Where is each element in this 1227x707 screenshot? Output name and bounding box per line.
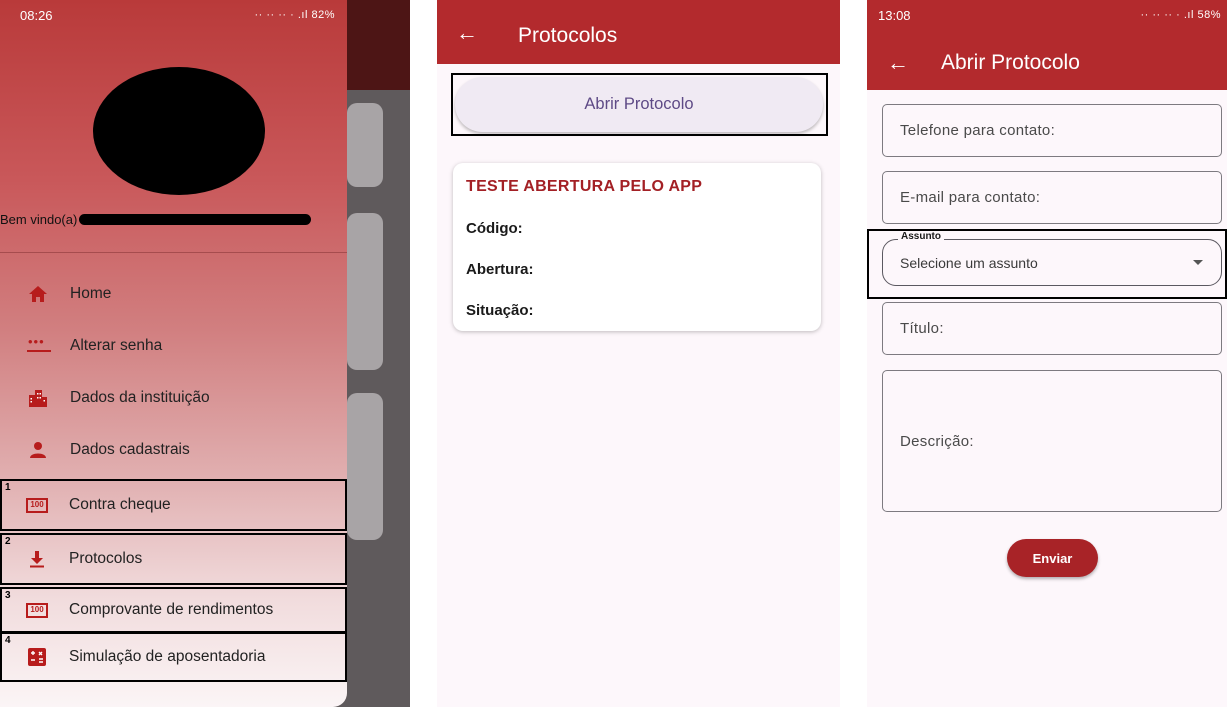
app-bar: ← Protocolos [437, 0, 840, 64]
menu-item-home[interactable]: Home [0, 268, 347, 320]
menu-item-label: Comprovante de rendimentos [69, 601, 274, 618]
background-card [347, 393, 383, 540]
navigation-drawer: 08:26 ·· ·· ·· · .ıl 82% Bem vindo(a) Ho… [0, 0, 347, 707]
abrir-protocolo-screen: 13:08 ·· ·· ·· · .ıl 58% ← Abrir Protoco… [867, 0, 1227, 707]
phone-field[interactable]: Telefone para contato: [882, 104, 1222, 157]
enviar-button[interactable]: Enviar [1007, 539, 1098, 577]
menu-item-label: Dados cadastrais [70, 441, 190, 458]
download-icon [26, 549, 48, 569]
drawer-divider [0, 252, 347, 253]
menu-item-label: Home [70, 285, 112, 302]
calculator-icon [26, 647, 48, 667]
menu-item-alterar-senha[interactable]: Alterar senha [0, 320, 347, 372]
menu-item-label: Contra cheque [69, 496, 171, 513]
annotation-number: 3 [5, 590, 11, 601]
menu-item-dados-cadastrais[interactable]: Dados cadastrais [0, 424, 347, 476]
dropdown-arrow-icon [1193, 260, 1203, 265]
email-field[interactable]: E-mail para contato: [882, 171, 1222, 224]
status-bar: 13:08 ·· ·· ·· · .ıl 58% [867, 0, 1227, 30]
menu-item-protocolos[interactable]: 2 Protocolos [0, 533, 347, 585]
app-bar: 13:08 ·· ·· ·· · .ıl 58% ← Abrir Protoco… [867, 0, 1227, 90]
back-arrow-icon[interactable]: ← [887, 52, 909, 74]
subject-legend: Assunto [898, 231, 944, 242]
person-icon [27, 440, 49, 460]
protocol-status-label: Situação: [466, 302, 534, 319]
protocol-card[interactable]: TESTE ABERTURA PELO APP Código: Abertura… [453, 163, 821, 331]
abrir-protocolo-button[interactable]: Abrir Protocolo [455, 77, 823, 132]
annotation-number: 2 [5, 536, 11, 547]
menu-item-label: Protocolos [69, 550, 143, 567]
protocol-opening-label: Abertura: [466, 261, 534, 278]
status-bar: 08:26 ·· ·· ·· · .ıl 82% [0, 0, 347, 30]
status-indicators: ·· ·· ·· · .ıl 58% [1140, 9, 1221, 21]
description-field[interactable]: Descrição: [882, 370, 1222, 512]
subject-value: Selecione um assunto [900, 254, 1038, 271]
protocol-code-label: Código: [466, 220, 523, 237]
welcome-text: Bem vindo(a) [0, 211, 78, 227]
receipt-100-icon: 100 [26, 495, 48, 515]
menu-item-label: Alterar senha [70, 337, 163, 354]
welcome-line: Bem vindo(a) [0, 209, 312, 229]
subject-select[interactable]: Assunto Selecione um assunto [882, 231, 1222, 286]
avatar[interactable] [93, 67, 265, 195]
menu-item-dados-instituicao[interactable]: Dados da instituição [0, 372, 347, 424]
annotation-number: 1 [5, 482, 11, 493]
status-time: 08:26 [20, 7, 53, 23]
status-time: 13:08 [878, 7, 911, 23]
redacted-user-name [79, 213, 312, 225]
menu-item-label: Simulação de aposentadoria [69, 648, 266, 665]
background-card [347, 103, 383, 187]
menu-item-contra-cheque[interactable]: 1 100 Contra cheque [0, 479, 347, 531]
title-field[interactable]: Título: [882, 302, 1222, 355]
home-icon [27, 284, 49, 304]
receipt-100-icon: 100 [26, 600, 48, 620]
page-title: Protocolos [518, 24, 618, 47]
background-card [347, 213, 383, 370]
page-title: Abrir Protocolo [941, 51, 1080, 74]
menu-item-comprovante-rendimentos[interactable]: 3 100 Comprovante de rendimentos [0, 587, 347, 633]
protocol-title: TESTE ABERTURA PELO APP [466, 178, 703, 195]
menu-item-simulacao-aposentadoria[interactable]: 4 Simulação de aposentadoria [0, 632, 347, 682]
building-icon [27, 388, 49, 408]
status-indicators: ·· ·· ·· · .ıl 82% [254, 9, 335, 21]
menu-item-label: Dados da instituição [70, 389, 210, 406]
annotation-number: 4 [5, 635, 11, 646]
drawer-screen: 08:26 ·· ·· ·· · .ıl 82% Bem vindo(a) Ho… [0, 0, 410, 707]
password-icon [27, 334, 51, 356]
protocolos-screen: ← Protocolos Abrir Protocolo TESTE ABERT… [437, 0, 840, 707]
back-arrow-icon[interactable]: ← [456, 22, 478, 44]
